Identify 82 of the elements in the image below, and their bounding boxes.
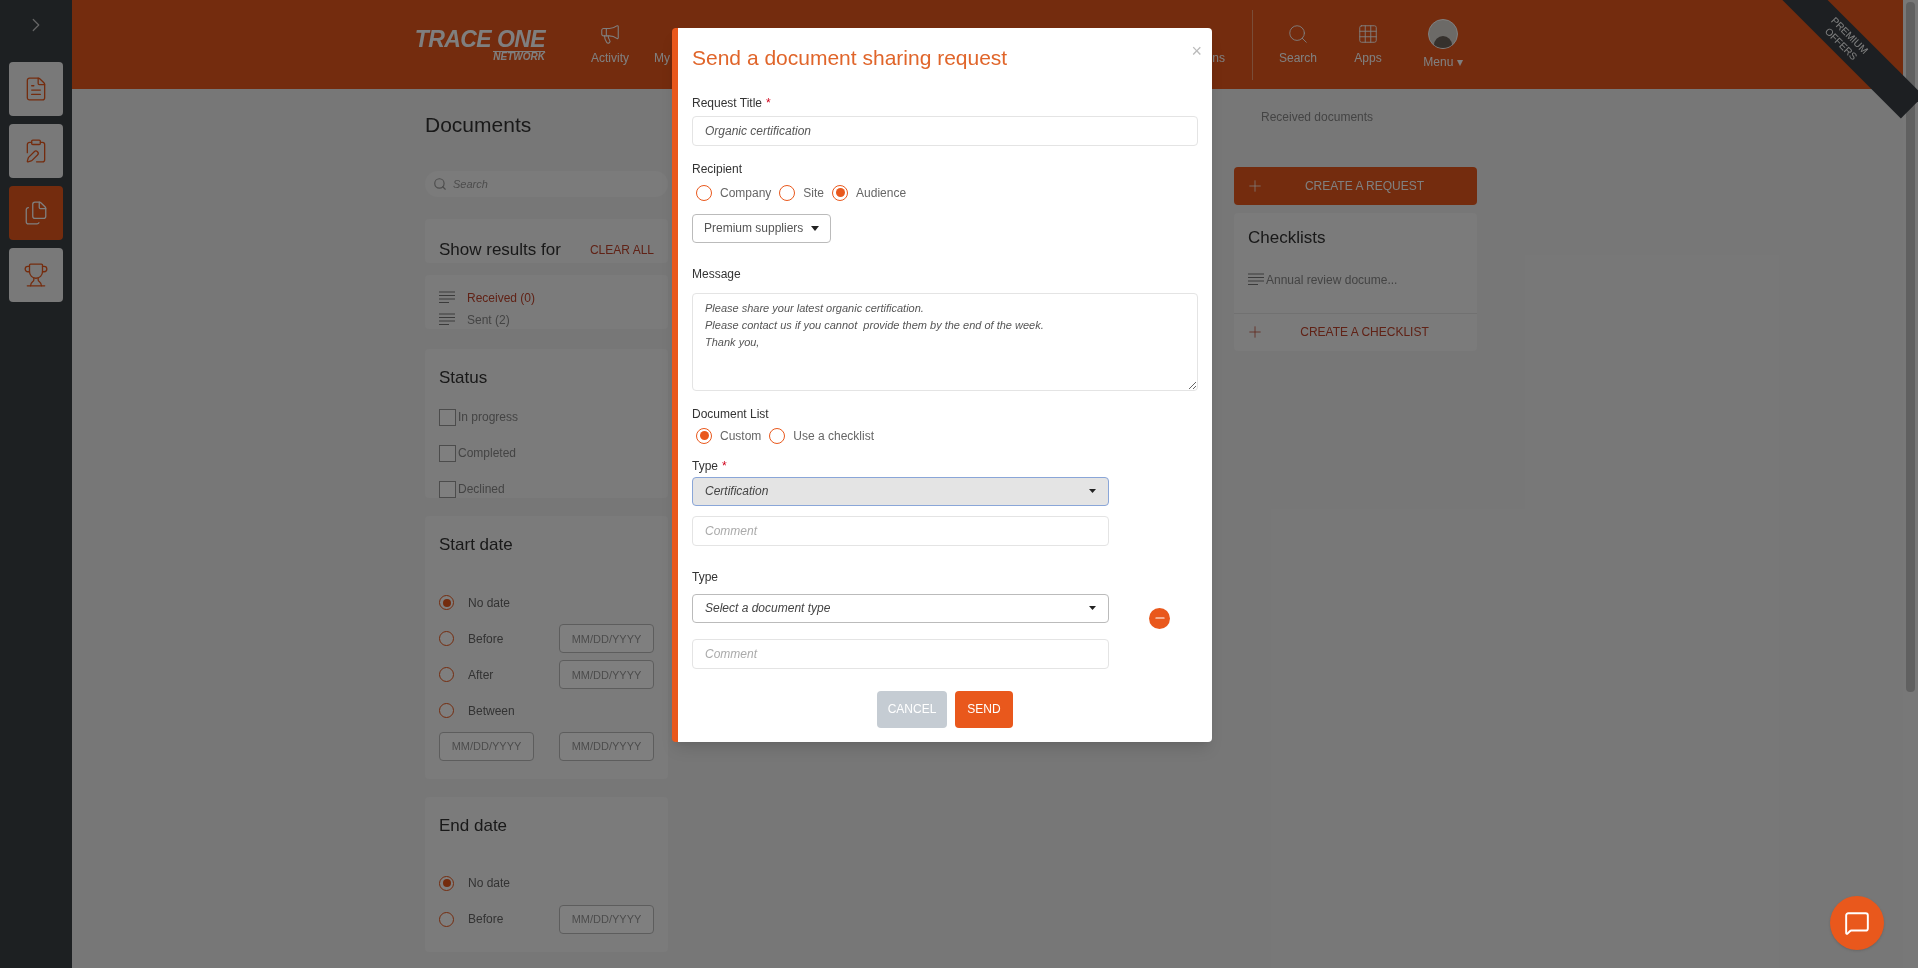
radio-label: Custom	[720, 427, 762, 445]
field-label: Message	[692, 265, 742, 283]
caret-icon	[811, 225, 820, 231]
field-label: Request Title	[692, 95, 763, 110]
plus-icon	[1246, 177, 1264, 195]
radio-label: Site	[803, 184, 825, 202]
field-label: Type	[692, 569, 718, 584]
nav-link[interactable]: Activity	[591, 48, 629, 67]
section-title: End date	[439, 814, 509, 837]
folder-link[interactable]: Received (0)	[467, 288, 536, 307]
checkbox[interactable]	[439, 408, 456, 426]
radio-label: Before	[468, 630, 505, 648]
section-title: Start date	[439, 534, 514, 556]
radio-label: Audience	[856, 184, 907, 202]
sidebar-item[interactable]	[9, 186, 63, 240]
message-field[interactable]: Please share your latest organic certification. Please contact us if you cannot provide them by the end of the week. Thank you,	[692, 292, 1198, 391]
required-mark: *	[722, 458, 727, 473]
nav-link[interactable]: Search	[1279, 48, 1317, 67]
megaphone-icon	[599, 22, 621, 45]
radio-label: Between	[468, 702, 516, 720]
search-icon[interactable]	[1287, 22, 1309, 45]
caret-icon	[1089, 489, 1096, 493]
chat-button[interactable]	[1830, 896, 1884, 950]
sidebar-item[interactable]	[9, 124, 63, 178]
list-icon	[1248, 273, 1264, 286]
radio-label: Before	[468, 911, 505, 928]
sidebar-item[interactable]	[9, 248, 63, 302]
radio-button[interactable]	[696, 427, 712, 444]
list-icon	[439, 291, 455, 304]
plus-icon	[1246, 323, 1264, 341]
section-title: Checklists	[1247, 227, 1327, 249]
logo[interactable]: TRACE ONE	[414, 27, 545, 51]
radio-label: No date	[468, 875, 512, 892]
field-label: Type	[692, 458, 718, 473]
audience-dropdown[interactable]: Premium suppliers	[692, 213, 832, 243]
section-title: Status	[439, 366, 489, 389]
avatar[interactable]	[1428, 18, 1458, 49]
radio-button[interactable]	[439, 631, 454, 646]
type-dropdown[interactable]: Select a document type	[692, 593, 1109, 623]
radio-label: No date	[468, 594, 512, 612]
nav-link[interactable]: My	[654, 48, 670, 67]
radio-button[interactable]	[769, 427, 786, 444]
remove-button[interactable]	[1149, 607, 1170, 629]
logo-tagline: NETWORK	[493, 50, 545, 62]
radio-button[interactable]	[779, 184, 796, 201]
nav-link[interactable]: Apps	[1354, 48, 1382, 67]
radio-label: Company	[720, 184, 772, 202]
grid-icon[interactable]	[1357, 22, 1379, 45]
caret-icon	[1089, 606, 1096, 610]
create-request-button[interactable]: CREATE A REQUEST	[1234, 167, 1477, 205]
request-title-field[interactable]: Organic certification	[692, 115, 1198, 146]
send-button[interactable]: SEND	[955, 690, 1013, 728]
radio-button[interactable]	[832, 184, 849, 201]
comment-field[interactable]: Comment	[692, 515, 1109, 546]
clear-all-link[interactable]: CLEAR ALL	[589, 241, 654, 259]
nav-link[interactable]: ns	[1212, 48, 1225, 67]
cancel-button[interactable]: CANCEL	[877, 690, 947, 728]
radio-button[interactable]	[439, 667, 454, 682]
radio-label: After	[468, 666, 495, 684]
radio-button[interactable]	[439, 911, 454, 927]
create-checklist-button[interactable]: CREATE A CHECKLIST	[1234, 312, 1477, 351]
field-label: Recipient	[692, 160, 744, 178]
sidebar-item[interactable]	[9, 62, 63, 116]
section-title: Show results for	[439, 239, 561, 261]
chat-icon	[1844, 910, 1870, 936]
field-label: Document List	[692, 405, 770, 423]
modal-title: Send a document sharing request	[692, 45, 1008, 71]
type-dropdown[interactable]: Certification	[692, 476, 1109, 506]
radio-button[interactable]	[696, 184, 712, 201]
nav-link[interactable]: Menu ▾	[1423, 52, 1463, 71]
radio-button[interactable]	[439, 595, 454, 610]
page-title: Documents	[425, 112, 533, 135]
radio-label: Use a checklist	[793, 427, 875, 445]
comment-field[interactable]: Comment	[692, 638, 1109, 669]
close-button[interactable]: ×	[1191, 42, 1202, 60]
radio-button[interactable]	[439, 875, 454, 891]
search-icon	[433, 177, 447, 191]
required-mark: *	[766, 95, 771, 110]
list-icon	[439, 313, 455, 326]
radio-button[interactable]	[439, 703, 454, 718]
checkbox[interactable]	[439, 444, 456, 462]
checkbox[interactable]	[439, 480, 456, 498]
